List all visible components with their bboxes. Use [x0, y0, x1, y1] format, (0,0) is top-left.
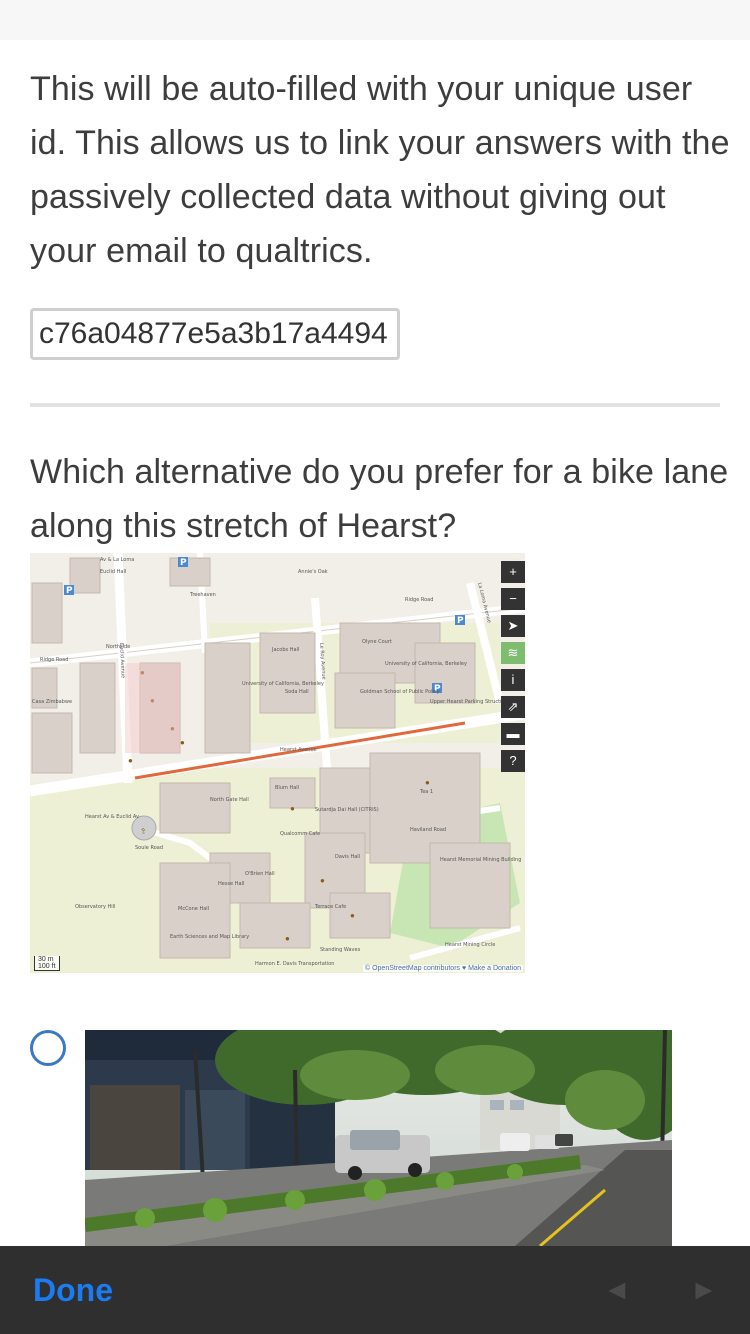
- map-info-button[interactable]: i: [501, 669, 525, 691]
- map-label-ridge-road-e: Ridge Road: [405, 597, 433, 603]
- map-controls: + − ➤ ≋ i ⇗ ▬ ?: [501, 561, 525, 777]
- map-label-treehaven: Treehaven: [189, 592, 216, 598]
- layers-button[interactable]: ≋: [501, 642, 525, 664]
- map-label-observatory-hill: Observatory Hill: [75, 904, 115, 910]
- map-label-hearst-euclid: Hearst Av & Euclid Av: [85, 814, 139, 820]
- done-button[interactable]: Done: [33, 1246, 113, 1334]
- zoom-in-button[interactable]: +: [501, 561, 525, 583]
- bike-lane-photo-1[interactable]: [85, 1030, 672, 1246]
- map-label-hearst-mining-circle: Hearst Mining Circle: [445, 942, 495, 948]
- svg-text:●: ●: [128, 756, 133, 765]
- map-label-mccone-hall: McCone Hall: [178, 906, 209, 912]
- map-label-hearst-memorial: Hearst Memorial Mining Building: [440, 857, 521, 863]
- zoom-out-button[interactable]: −: [501, 588, 525, 610]
- map-label-soule-road: Soule Road: [135, 845, 163, 851]
- map-label-av-la-loma: Av & La Loma: [100, 557, 134, 563]
- share-button[interactable]: ⇗: [501, 696, 525, 718]
- bottom-toolbar: Done ◄ ►: [0, 1246, 750, 1334]
- svg-text:P: P: [180, 558, 187, 568]
- osm-map-image[interactable]: ⍚ P P P P Ridge Road Ridge Road Treehave…: [30, 553, 525, 973]
- map-label-earth-sciences: Earth Sciences and Map Library: [170, 934, 249, 940]
- map-label-tea-1: Tea 1: [419, 789, 433, 795]
- map-label-ridge-road-w: Ridge Road: [40, 657, 68, 663]
- previous-field-button[interactable]: ◄: [603, 1246, 631, 1334]
- locate-button[interactable]: ➤: [501, 615, 525, 637]
- svg-text:●: ●: [285, 934, 290, 943]
- map-label-uc-berkeley-w: University of California, Berkeley: [242, 681, 324, 687]
- svg-text:●: ●: [350, 911, 355, 920]
- map-label-jacobs-hall: Jacobs Hall: [271, 647, 299, 653]
- top-status-area: [0, 0, 750, 40]
- map-canvas: ⍚ P P P P Ridge Road Ridge Road Treehave…: [30, 553, 525, 973]
- map-label-qualcomm-cafe: Qualcomm Cafe: [280, 831, 320, 837]
- map-label-uc-berkeley-e: University of California, Berkeley: [385, 661, 467, 667]
- map-label-blum-hall: Blum Hall: [275, 785, 299, 791]
- map-label-harmon-davis: Harmon E. Davis Transportation: [255, 961, 334, 967]
- map-label-haviland-road: Haviland Road: [410, 827, 446, 833]
- note-button[interactable]: ▬: [501, 723, 525, 745]
- map-label-annies-oak: Annie's Oak: [298, 569, 328, 575]
- question-divider: [30, 403, 720, 407]
- map-scale-meters: 30 m: [38, 956, 54, 963]
- map-label-euclid-hall: Euclid Hall: [100, 569, 126, 575]
- map-label-obrien-hall: O'Brien Hall: [245, 871, 275, 877]
- svg-text:●: ●: [180, 738, 185, 747]
- svg-text:●: ●: [290, 804, 295, 813]
- map-label-sutardja-dai: Sutardja Dai Hall (CITRIS): [315, 807, 379, 813]
- svg-text:P: P: [66, 586, 73, 596]
- map-label-davis-hall: Davis Hall: [335, 854, 360, 860]
- next-field-button[interactable]: ►: [690, 1246, 718, 1334]
- map-scale-feet: 100 ft: [38, 963, 56, 970]
- map-label-hearst-avenue: Hearst Avenue: [280, 747, 317, 753]
- map-label-casa-zimbabwe: Casa Zimbabwe: [32, 699, 72, 705]
- help-button[interactable]: ?: [501, 750, 525, 772]
- map-attribution[interactable]: © OpenStreetMap contributors ♥ Make a Do…: [362, 965, 523, 972]
- user-id-input[interactable]: [33, 311, 397, 357]
- map-label-goldman-school: Goldman School of Public Policy: [360, 689, 440, 695]
- question-text-bike-lane: Which alternative do you prefer for a bi…: [30, 453, 729, 545]
- user-id-field[interactable]: [30, 308, 400, 360]
- svg-text:⍚: ⍚: [141, 825, 146, 835]
- map-label-standing-waves: Standing Waves: [320, 947, 361, 953]
- bike-lane-photo-canvas: [85, 1030, 672, 1246]
- map-label-olyne-court: Olyne Court: [362, 639, 392, 645]
- map-label-soda-hall: Soda Hall: [285, 689, 309, 695]
- question-text-user-id: This will be auto-filled with your uniqu…: [30, 70, 730, 270]
- map-label-north-gate-hall: North Gate Hall: [210, 797, 249, 803]
- map-label-hesse-hall: Hesse Hall: [218, 881, 244, 887]
- map-label-upper-hearst-parking: Upper Hearst Parking Structure: [430, 699, 508, 705]
- svg-text:●: ●: [425, 778, 430, 787]
- svg-text:P: P: [457, 616, 464, 626]
- alternative-radio-1[interactable]: [30, 1030, 66, 1066]
- map-scale: 30 m 100 ft: [34, 956, 60, 971]
- svg-text:●: ●: [320, 876, 325, 885]
- map-label-terrace-cafe: Terrace Cafe: [314, 904, 346, 910]
